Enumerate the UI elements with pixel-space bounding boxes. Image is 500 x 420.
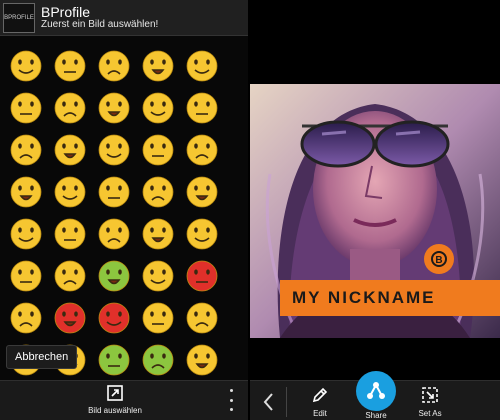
overflow-menu-icon[interactable] bbox=[226, 389, 236, 411]
set-as-icon bbox=[422, 387, 438, 403]
sleepy-smile-face-icon[interactable] bbox=[140, 90, 176, 126]
edit-label: Edit bbox=[313, 409, 327, 418]
worried-face-icon[interactable] bbox=[184, 174, 220, 210]
winking-tongue-face-icon[interactable] bbox=[184, 48, 220, 84]
angry-red-face-icon[interactable] bbox=[184, 258, 220, 294]
furious-face-icon[interactable] bbox=[52, 300, 88, 336]
shocked-face-icon[interactable] bbox=[52, 258, 88, 294]
select-image-label: Bild auswählen bbox=[88, 406, 142, 415]
svg-text:B: B bbox=[435, 255, 442, 266]
app-title: BProfile bbox=[41, 3, 91, 20]
hiding-face-icon[interactable] bbox=[184, 90, 220, 126]
party-face-icon[interactable] bbox=[96, 90, 132, 126]
peeking-face-icon[interactable] bbox=[140, 216, 176, 252]
set-as-label: Set As bbox=[418, 409, 442, 418]
shy-face-icon[interactable] bbox=[96, 174, 132, 210]
cancel-button[interactable]: Abbrechen bbox=[6, 345, 78, 369]
back-chevron-icon[interactable] bbox=[260, 391, 278, 413]
happy-face-icon[interactable] bbox=[52, 48, 88, 84]
edit-button[interactable]: Edit bbox=[300, 385, 340, 418]
screaming-face-icon[interactable] bbox=[140, 258, 176, 294]
emoji-picker-panel: BPROFILE BProfile Zuerst ein Bild auswäh… bbox=[0, 0, 250, 420]
grimacing-face-icon[interactable] bbox=[8, 300, 44, 336]
surprised-face-icon[interactable] bbox=[52, 216, 88, 252]
confused-face-icon[interactable] bbox=[96, 132, 132, 168]
nickname-text: MY NICKNAME bbox=[292, 288, 436, 307]
share-button[interactable] bbox=[356, 371, 396, 411]
sweat-face-icon[interactable] bbox=[140, 174, 176, 210]
nickname-banner: MY NICKNAME bbox=[280, 280, 500, 316]
kiss-heart-face-icon[interactable] bbox=[8, 132, 44, 168]
app-subtitle: Zuerst ein Bild auswählen! bbox=[41, 18, 159, 30]
annoyed-face-icon[interactable] bbox=[184, 300, 220, 336]
share-label: Share bbox=[365, 411, 387, 420]
right-action-bar: Edit Share Set As bbox=[250, 371, 500, 420]
hug-face-icon[interactable] bbox=[8, 90, 44, 126]
emoji-grid bbox=[8, 48, 244, 384]
rage-face-icon[interactable] bbox=[96, 300, 132, 336]
toolbar-divider bbox=[286, 387, 287, 417]
shrug-face-icon[interactable] bbox=[8, 174, 44, 210]
profile-photo-preview: B MY NICKNAME bbox=[250, 84, 500, 338]
waving-face-icon[interactable] bbox=[52, 90, 88, 126]
laughing-face-icon[interactable] bbox=[140, 48, 176, 84]
app-header: BPROFILE BProfile Zuerst ein Bild auswäh… bbox=[0, 0, 250, 36]
left-action-bar: Bild auswählen bbox=[0, 380, 250, 420]
dizzy-face-icon[interactable] bbox=[184, 342, 220, 378]
pouting-face-icon[interactable] bbox=[52, 132, 88, 168]
sad-face-icon[interactable] bbox=[184, 216, 220, 252]
unamused-face-icon[interactable] bbox=[184, 132, 220, 168]
select-image-button[interactable]: Bild auswählen bbox=[80, 383, 150, 415]
bprofile-badge-icon: B bbox=[424, 244, 454, 274]
app-logo: BPROFILE bbox=[3, 2, 35, 33]
sick-face-icon[interactable] bbox=[96, 342, 132, 378]
crying-face-icon[interactable] bbox=[140, 300, 176, 336]
smiling-face-icon[interactable] bbox=[8, 48, 44, 84]
screen: BPROFILE BProfile Zuerst ein Bild auswäh… bbox=[0, 0, 500, 420]
set-as-button[interactable]: Set As bbox=[410, 385, 450, 418]
pencil-icon bbox=[312, 387, 328, 403]
nauseated-face-icon[interactable] bbox=[96, 258, 132, 294]
grinning-face-icon[interactable] bbox=[96, 48, 132, 84]
select-image-icon bbox=[107, 385, 123, 401]
tearful-face-icon[interactable] bbox=[8, 258, 44, 294]
share-icon bbox=[367, 382, 385, 399]
heart-eyes-face-icon[interactable] bbox=[52, 174, 88, 210]
pondering-face-icon[interactable] bbox=[96, 216, 132, 252]
neutral-face-icon[interactable] bbox=[140, 132, 176, 168]
thinking-face-icon[interactable] bbox=[8, 216, 44, 252]
vomiting-face-icon[interactable] bbox=[140, 342, 176, 378]
preview-panel: B MY NICKNAME Edit Share Set As bbox=[250, 0, 500, 420]
